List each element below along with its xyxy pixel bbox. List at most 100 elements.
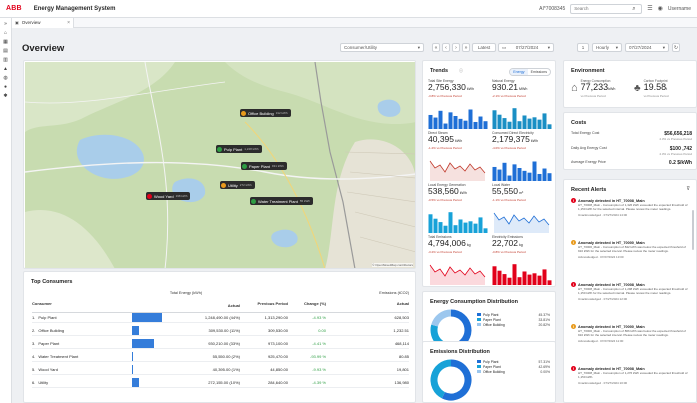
- table-row[interactable]: 5. Wood Yard 40,395.00 (1%) 44,850.00 -9.93 …: [32, 364, 409, 375]
- alert-item[interactable]: ! Anomaly detected in HT_70008_Main HT_700…: [571, 198, 688, 217]
- column-group-header: Total Energy (kWh) Emissions (tCO2): [32, 291, 409, 295]
- menu-icon[interactable]: ☰: [647, 6, 652, 12]
- donut-slice[interactable]: [441, 359, 472, 401]
- legend-item[interactable]: Office Building 20.82%: [477, 322, 550, 327]
- energy-toggle-button[interactable]: Energy: [510, 69, 528, 75]
- refresh-button[interactable]: ↻: [672, 43, 680, 52]
- table-row[interactable]: 1. Pulp Plant 1,248,490.00 (44%) 1,313,290.…: [32, 312, 409, 323]
- map-pin-paper-plant[interactable]: Paper Plant 931 kWh: [241, 162, 287, 170]
- share-bar: [132, 312, 162, 322]
- emissions-value: 1,232.51: [393, 327, 409, 333]
- top-right-tools: AI*7008345 ⌕ ☰ ◉ Username: [539, 3, 691, 14]
- trend-tile[interactable]: Total Site Energy 2,756,330kWh -3.8% vs Pr…: [428, 79, 488, 129]
- chart-icon[interactable]: ▥: [3, 58, 8, 63]
- latest-button[interactable]: Latest: [472, 43, 496, 52]
- table-row[interactable]: 6. Utility 272,155.00 (10%) 284,640.00 -4.39…: [32, 377, 409, 388]
- sparkline-bar: [497, 270, 502, 285]
- col-previous[interactable]: Previous Period: [240, 301, 288, 310]
- dashboard-icon[interactable]: ▦: [3, 40, 8, 45]
- date-picker[interactable]: ▭ 07/27/2024 ▾: [498, 43, 554, 52]
- sparkline-bar: [507, 121, 512, 129]
- sparkline-bar: [443, 225, 448, 233]
- next-period-button[interactable]: ›: [452, 43, 460, 52]
- date-range-select[interactable]: 07/27/2024 ▾: [625, 43, 669, 52]
- collapse-icon[interactable]: »: [4, 22, 7, 27]
- last-period-button[interactable]: »: [462, 43, 470, 52]
- home-icon[interactable]: ⌂: [4, 31, 7, 36]
- person-icon[interactable]: ●: [4, 85, 7, 90]
- alert-item[interactable]: ! Anomaly detected in HT_70000_Main HT_700…: [571, 324, 688, 343]
- settings-icon[interactable]: ✱: [3, 94, 7, 99]
- trend-tile[interactable]: Electricity Emissions 22,702kg -0.8% vs Pr…: [492, 235, 552, 285]
- emissions-toggle-button[interactable]: Emissions: [528, 69, 550, 75]
- reports-icon[interactable]: ▤: [3, 49, 8, 54]
- environment-card: Environment ⌂ Energy Consumption 77,233k…: [563, 60, 697, 108]
- search-box[interactable]: ⌕: [570, 3, 643, 14]
- search-input[interactable]: [574, 6, 633, 11]
- sparkline-bar: [507, 277, 512, 285]
- alert-item[interactable]: ! Anomaly detected in HT_70000_Main HT_700…: [571, 240, 688, 259]
- change-value: -4.39 %: [312, 379, 326, 385]
- col-actual[interactable]: Actual: [132, 301, 240, 310]
- tab-bar: ▣ Overview ×: [12, 17, 697, 28]
- actual-cell: 1,248,490.00 (44%): [132, 312, 240, 322]
- close-icon[interactable]: ×: [67, 20, 70, 26]
- interval-count-input[interactable]: 1: [577, 43, 589, 52]
- app-root: ABB Energy Management System AI*7008345 …: [0, 0, 697, 403]
- consumer-name: 5. Wood Yard: [32, 367, 132, 372]
- site-map[interactable]: Office Building 312 kWh Pulp Plant 1,248…: [23, 60, 416, 269]
- trend-value: 2,756,330kWh: [428, 83, 488, 94]
- trend-tile[interactable]: Local Energy Generation 538,560kWh -0.5% v…: [428, 183, 488, 233]
- alert-body: HT_70008_Main - Consumption of 1,326 kWh…: [578, 203, 688, 211]
- user-name[interactable]: Username: [668, 6, 691, 12]
- map-pin-office-building[interactable]: Office Building 312 kWh: [240, 109, 291, 117]
- alert-title: Anomaly detected in HT_70000_Main: [578, 324, 645, 329]
- legend-item[interactable]: Office Building 0.00%: [477, 369, 550, 374]
- trend-tile[interactable]: Direct Steam 40,395kWh -1.2% vs Previous P…: [428, 131, 488, 181]
- donut-slice[interactable]: [431, 309, 452, 327]
- previous-value: 284,640.00: [267, 379, 288, 385]
- actual-value: 309,530.00 (11%): [208, 327, 240, 333]
- consumer-filter-select[interactable]: Consumer/Utility ▾: [340, 43, 424, 52]
- col-emissions-actual[interactable]: Actual: [326, 301, 409, 310]
- trends-title: Trends: [430, 68, 449, 74]
- period-select[interactable]: Hourly ▾: [592, 43, 622, 52]
- meter-icon[interactable]: ◍: [3, 76, 7, 81]
- alert-item[interactable]: ! Anomaly detected in HT_70008_Main HT_700…: [571, 282, 688, 301]
- donut-slice[interactable]: [430, 359, 452, 399]
- trend-tile[interactable]: Local Water 55,550m³ -1.1% vs Previous Per…: [492, 183, 552, 233]
- map-pin-pulp-plant[interactable]: Pulp Plant 1,248 kWh: [216, 145, 262, 153]
- sparkline-bar: [433, 218, 438, 233]
- scrollbar[interactable]: [692, 210, 694, 250]
- info-icon[interactable]: ⓘ: [459, 69, 463, 73]
- search-icon[interactable]: ⌕: [632, 6, 635, 12]
- table-row[interactable]: 4. Water Treatment Plant 55,550.00 (2%) 925…: [32, 351, 409, 362]
- trend-tile[interactable]: Total Emissions 4,794,006kg -3.2% vs Previ…: [428, 235, 488, 285]
- map-attribution[interactable]: © OpenStreetMap contributors: [372, 263, 413, 267]
- map-pin-wood-yard[interactable]: Wood Yard 198 kWh: [146, 192, 191, 200]
- sparkline-bar: [448, 212, 453, 233]
- alarm-icon[interactable]: ▲: [3, 67, 8, 72]
- sparkline-bar: [458, 118, 463, 129]
- brand-logo: ABB: [6, 5, 22, 12]
- user-icon[interactable]: ◉: [658, 6, 663, 12]
- table-row[interactable]: 3. Paper Plant 930,210.00 (33%) 973,100.00 -…: [32, 338, 409, 349]
- col-consumer[interactable]: Consumer: [32, 301, 132, 310]
- tab-overview[interactable]: ▣ Overview ×: [12, 17, 74, 28]
- alert-item[interactable]: ! Anomaly detected in HT_70008_Main HT_700…: [571, 366, 688, 385]
- filter-icon[interactable]: ⊽: [686, 187, 690, 192]
- map-pin-utility[interactable]: Utility 272 kWh: [220, 181, 255, 189]
- map-pin-water-treatment-plant[interactable]: Water Treatment Plant 55 kWh: [250, 197, 314, 205]
- col-change[interactable]: Change (%): [288, 301, 326, 310]
- table-row[interactable]: 2. Office Building 309,530.00 (11%) 309,530…: [32, 325, 409, 336]
- trend-change: -0.5% vs Previous Period: [428, 198, 462, 202]
- trend-tile[interactable]: Natural Energy 930.21MWh -2.1% vs Previous…: [492, 79, 552, 129]
- trend-tile[interactable]: Consumed Direct Electricity 2,179,375kWh -…: [492, 131, 552, 181]
- kpi-value: 77,233kWh: [581, 83, 616, 94]
- trend-change: -2.1% vs Previous Period: [492, 94, 526, 98]
- ecd-title: Energy Consumption Distribution: [430, 299, 518, 305]
- map-canvas[interactable]: [25, 62, 416, 269]
- actual-value: 55,550.00 (2%): [212, 353, 240, 359]
- prev-period-button[interactable]: ‹: [442, 43, 450, 52]
- first-period-button[interactable]: «: [432, 43, 440, 52]
